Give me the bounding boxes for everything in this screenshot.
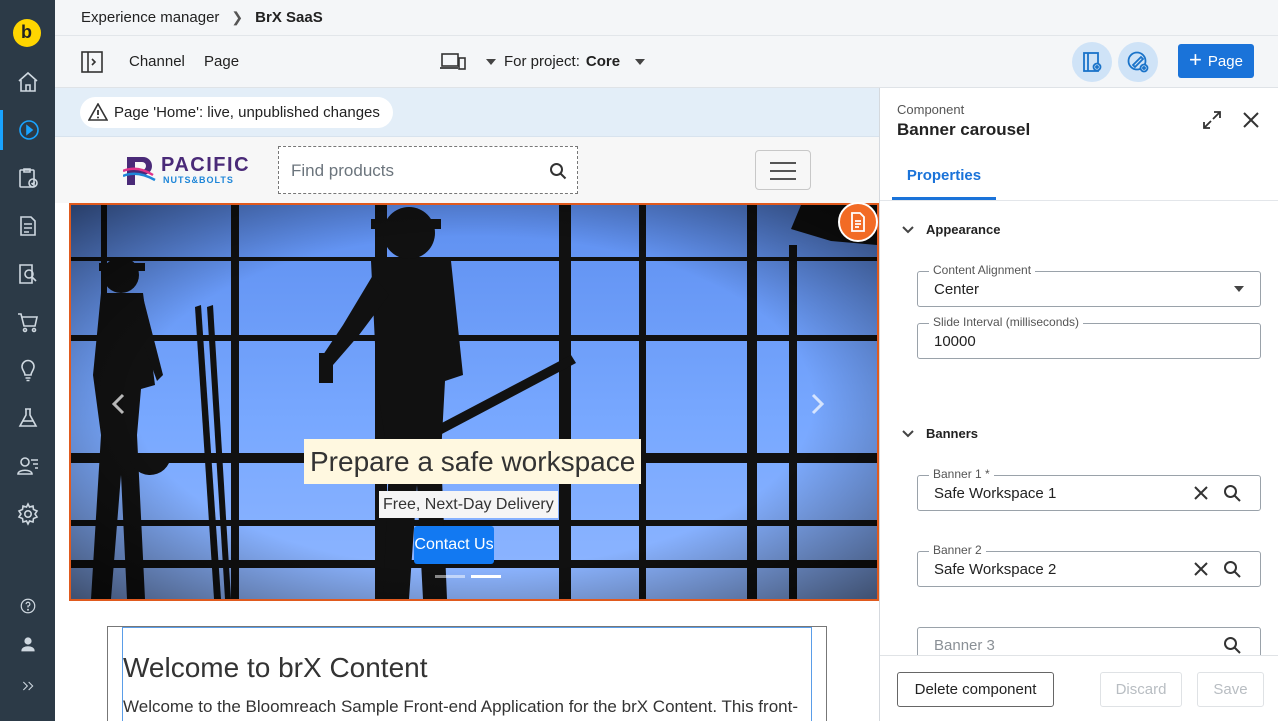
users-icon[interactable] — [0, 446, 55, 486]
appearance-section-toggle[interactable]: Appearance — [902, 222, 1000, 237]
search-icon[interactable] — [1223, 484, 1242, 503]
home-icon[interactable] — [0, 62, 55, 102]
site-preview: PACIFIC NUTS&BOLTS Find products Prepare… — [55, 137, 879, 721]
clear-icon[interactable] — [1193, 485, 1209, 501]
chevron-right-icon: ❯ — [231, 9, 244, 25]
expand-icon[interactable] — [1202, 110, 1222, 130]
search-icon[interactable] — [549, 162, 567, 180]
dropdown-caret-icon — [1234, 286, 1244, 292]
panel-title: Banner carousel — [897, 120, 1031, 139]
document-icon — [851, 212, 865, 232]
edit-view-icon — [1127, 51, 1149, 73]
panel-footer: Delete component Discard Save — [880, 655, 1278, 721]
banner-1-picker[interactable]: Banner 1 * Safe Workspace 1 — [917, 467, 1261, 511]
save-button[interactable]: Save — [1197, 672, 1264, 707]
banners-section-toggle[interactable]: Banners — [902, 426, 978, 441]
clear-icon[interactable] — [1193, 561, 1209, 577]
edit-content-button[interactable] — [838, 202, 878, 242]
brand-mark-icon — [123, 157, 156, 185]
search-audit-icon[interactable] — [0, 254, 55, 294]
content-component[interactable]: Welcome to brX Content Welcome to the Bl… — [122, 627, 812, 721]
content-alignment-select[interactable]: Content Alignment Center — [917, 263, 1261, 307]
left-rail: b — [0, 0, 55, 721]
preview-toggle-button[interactable] — [1118, 42, 1158, 82]
slide-subtitle: Free, Next-Day Delivery — [379, 491, 558, 518]
slide-interval-input[interactable]: Slide Interval (milliseconds) 10000 — [917, 315, 1261, 359]
settings-icon[interactable] — [0, 494, 55, 534]
preview-page-button[interactable] — [1072, 42, 1112, 82]
breadcrumb: Experience manager ❯ BrX SaaS — [55, 0, 1278, 36]
carousel-next-icon[interactable] — [811, 393, 825, 415]
contact-us-button[interactable]: Contact Us — [414, 526, 494, 564]
welcome-body: Welcome to the Bloomreach Sample Front-e… — [123, 697, 798, 716]
banner-carousel[interactable]: Prepare a safe workspace Free, Next-Day … — [69, 203, 879, 601]
toolbar: Channel Page For project: Core + Page — [55, 36, 1278, 88]
site-navbar: PACIFIC NUTS&BOLTS Find products — [55, 137, 879, 203]
project-selector[interactable]: For project: Core — [504, 53, 620, 70]
plus-icon: + — [1189, 47, 1202, 72]
help-icon[interactable] — [0, 586, 55, 626]
content-icon[interactable] — [0, 206, 55, 246]
breadcrumb-root[interactable]: Experience manager — [81, 9, 219, 26]
page-menu[interactable]: Page — [204, 53, 239, 70]
tab-properties[interactable]: Properties — [892, 154, 996, 200]
experiments-icon[interactable] — [0, 398, 55, 438]
welcome-title: Welcome to brX Content — [123, 652, 428, 683]
carousel-prev-icon[interactable] — [111, 393, 125, 415]
pacific-brand-logo[interactable]: PACIFIC NUTS&BOLTS — [123, 153, 263, 187]
expand-rail-icon[interactable] — [0, 666, 55, 706]
component-properties-panel: Component Banner carousel Properties App… — [879, 88, 1278, 721]
toggle-sidebar-icon[interactable] — [81, 51, 103, 73]
project-caret-icon[interactable] — [635, 59, 645, 65]
banner-3-picker[interactable]: Banner 3 — [917, 627, 1261, 655]
variant-caret-icon[interactable] — [486, 59, 496, 65]
chevron-down-icon — [902, 225, 914, 233]
experience-manager-icon[interactable] — [0, 110, 55, 150]
menu-toggle-button[interactable] — [755, 150, 811, 190]
delete-component-button[interactable]: Delete component — [897, 672, 1054, 707]
content-container[interactable]: Welcome to brX Content Welcome to the Bl… — [107, 626, 827, 721]
breadcrumb-current: BrX SaaS — [255, 9, 323, 26]
insights-icon[interactable] — [0, 350, 55, 390]
bloomreach-logo[interactable]: b — [13, 19, 41, 47]
search-icon[interactable] — [1223, 560, 1242, 579]
warning-icon — [88, 103, 108, 121]
properties-form: Appearance Content Alignment Center Slid… — [880, 201, 1278, 655]
chevron-down-icon — [902, 429, 914, 437]
discard-button[interactable]: Discard — [1100, 672, 1182, 707]
banner-2-picker[interactable]: Banner 2 Safe Workspace 2 — [917, 543, 1261, 587]
channel-menu[interactable]: Channel — [129, 53, 185, 70]
product-search-input[interactable]: Find products — [278, 146, 578, 194]
panel-kicker: Component — [897, 102, 965, 117]
projects-icon[interactable] — [0, 158, 55, 198]
page-preview-icon — [1083, 52, 1102, 72]
carousel-indicator[interactable] — [435, 575, 465, 578]
slide-title: Prepare a safe workspace — [304, 439, 642, 484]
status-notice-bar: Page 'Home': live, unpublished changes — [55, 88, 879, 137]
commerce-icon[interactable] — [0, 302, 55, 342]
user-icon[interactable] — [0, 624, 55, 664]
add-page-button[interactable]: + Page — [1178, 44, 1254, 78]
devices-icon[interactable] — [440, 52, 466, 72]
carousel-indicator-active[interactable] — [471, 575, 501, 578]
page-status-badge[interactable]: Page 'Home': live, unpublished changes — [80, 97, 393, 128]
search-icon[interactable] — [1223, 636, 1242, 655]
close-icon[interactable] — [1242, 111, 1260, 129]
